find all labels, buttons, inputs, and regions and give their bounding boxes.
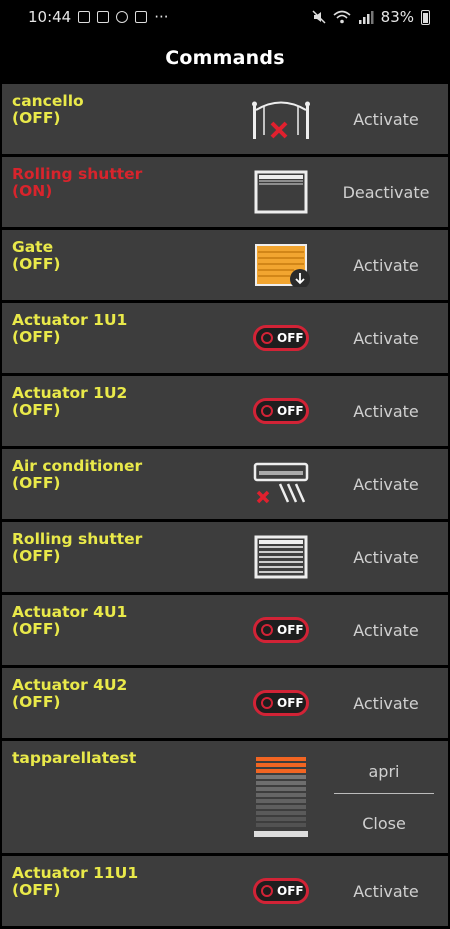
activate-button[interactable]: Activate [324, 230, 448, 300]
shutter-icon [254, 170, 308, 214]
toggle-off-icon: OFF [250, 389, 312, 433]
blind-level-icon [254, 757, 308, 837]
gallery-icon [135, 11, 148, 23]
activate-button[interactable]: Activate [324, 668, 448, 738]
more-notifications-icon: ··· [154, 8, 169, 26]
page-title: Commands [165, 47, 285, 69]
command-name: Actuator 4U2 [12, 676, 128, 694]
command-state: (OFF) [12, 620, 61, 638]
command-row: cancello (OFF) Activate [2, 84, 448, 154]
toggle-text: OFF [277, 623, 304, 637]
command-label: Rolling shutter (ON) [12, 166, 142, 200]
command-name: Actuator 11U1 [12, 864, 139, 882]
command-label: tapparellatest [12, 750, 136, 767]
command-label: Actuator 11U1 (OFF) [12, 865, 138, 899]
command-state: (OFF) [12, 881, 61, 899]
image-icon [78, 11, 91, 23]
signal-icon [358, 11, 374, 24]
activate-button[interactable]: Activate [324, 856, 448, 926]
close-button[interactable]: Close [334, 801, 434, 845]
shutter-icon [254, 535, 308, 579]
toggle-off-icon: OFF [250, 869, 312, 913]
gate-closed-icon [252, 101, 310, 139]
status-bar: 10:44 ··· 83% [0, 0, 450, 34]
activate-button[interactable]: Activate [324, 84, 448, 154]
command-row: Rolling shutter (ON) Deactivate [2, 157, 448, 227]
mute-icon [312, 10, 326, 24]
command-state: (OFF) [12, 547, 61, 565]
toggle-text: OFF [277, 884, 304, 898]
command-label: Actuator 1U2 (OFF) [12, 385, 127, 419]
command-row: Actuator 11U1 (OFF) OFF Activate [2, 856, 448, 926]
battery-level: 83% [380, 8, 414, 26]
command-name: Gate [12, 238, 54, 256]
command-state: (OFF) [12, 693, 61, 711]
toggle-text: OFF [277, 404, 304, 418]
command-label: Actuator 4U2 (OFF) [12, 677, 127, 711]
command-state: (OFF) [12, 328, 61, 346]
command-row: Rolling shutter (OFF) Activate [2, 522, 448, 592]
command-row: Actuator 4U1 (OFF) OFF Activate [2, 595, 448, 665]
deactivate-button[interactable]: Deactivate [324, 157, 448, 227]
battery-icon [421, 9, 430, 25]
toggle-text: OFF [277, 696, 304, 710]
command-row: Actuator 1U1 (OFF) OFF Activate [2, 303, 448, 373]
toggle-off-icon: OFF [250, 681, 312, 725]
activate-button[interactable]: Activate [324, 449, 448, 519]
command-label: Actuator 4U1 (OFF) [12, 604, 127, 638]
command-label: Rolling shutter (OFF) [12, 531, 142, 565]
command-name: tapparellatest [12, 749, 137, 767]
open-button[interactable]: apri [334, 749, 434, 794]
command-label: Gate (OFF) [12, 239, 61, 273]
toggle-off-icon: OFF [250, 608, 312, 652]
command-state: (OFF) [12, 401, 61, 419]
wifi-icon [333, 10, 351, 24]
clock-icon [116, 11, 129, 23]
command-name: Actuator 1U2 [12, 384, 128, 402]
command-row: Gate (OFF) Activate [2, 230, 448, 300]
command-state: (ON) [12, 182, 53, 200]
command-list: cancello (OFF) Activate Rolling shutter … [2, 84, 448, 929]
activate-button[interactable]: Activate [324, 376, 448, 446]
command-name: Actuator 1U1 [12, 311, 128, 329]
toggle-text: OFF [277, 331, 304, 345]
command-row: Actuator 4U2 (OFF) OFF Activate [2, 668, 448, 738]
air-conditioner-icon [253, 462, 309, 504]
command-label: Air conditioner (OFF) [12, 458, 142, 492]
command-label: Actuator 1U1 (OFF) [12, 312, 127, 346]
command-state: (OFF) [12, 255, 61, 273]
photo-icon [97, 11, 110, 23]
status-time: 10:44 [28, 8, 72, 26]
garage-door-icon [255, 244, 310, 287]
app-bar: Commands [0, 34, 450, 82]
command-state: (OFF) [12, 109, 61, 127]
command-state: (OFF) [12, 474, 61, 492]
command-row: Air conditioner (OFF) Activate [2, 449, 448, 519]
toggle-off-icon: OFF [250, 316, 312, 360]
activate-button[interactable]: Activate [324, 303, 448, 373]
command-name: Rolling shutter [12, 165, 143, 183]
command-row: tapparellatest apri Close [2, 741, 448, 853]
activate-button[interactable]: Activate [324, 595, 448, 665]
activate-button[interactable]: Activate [324, 522, 448, 592]
command-label: cancello (OFF) [12, 93, 84, 127]
command-name: Rolling shutter [12, 530, 143, 548]
command-name: Actuator 4U1 [12, 603, 128, 621]
command-row: Actuator 1U2 (OFF) OFF Activate [2, 376, 448, 446]
command-name: Air conditioner [12, 457, 143, 475]
command-name: cancello [12, 92, 84, 110]
